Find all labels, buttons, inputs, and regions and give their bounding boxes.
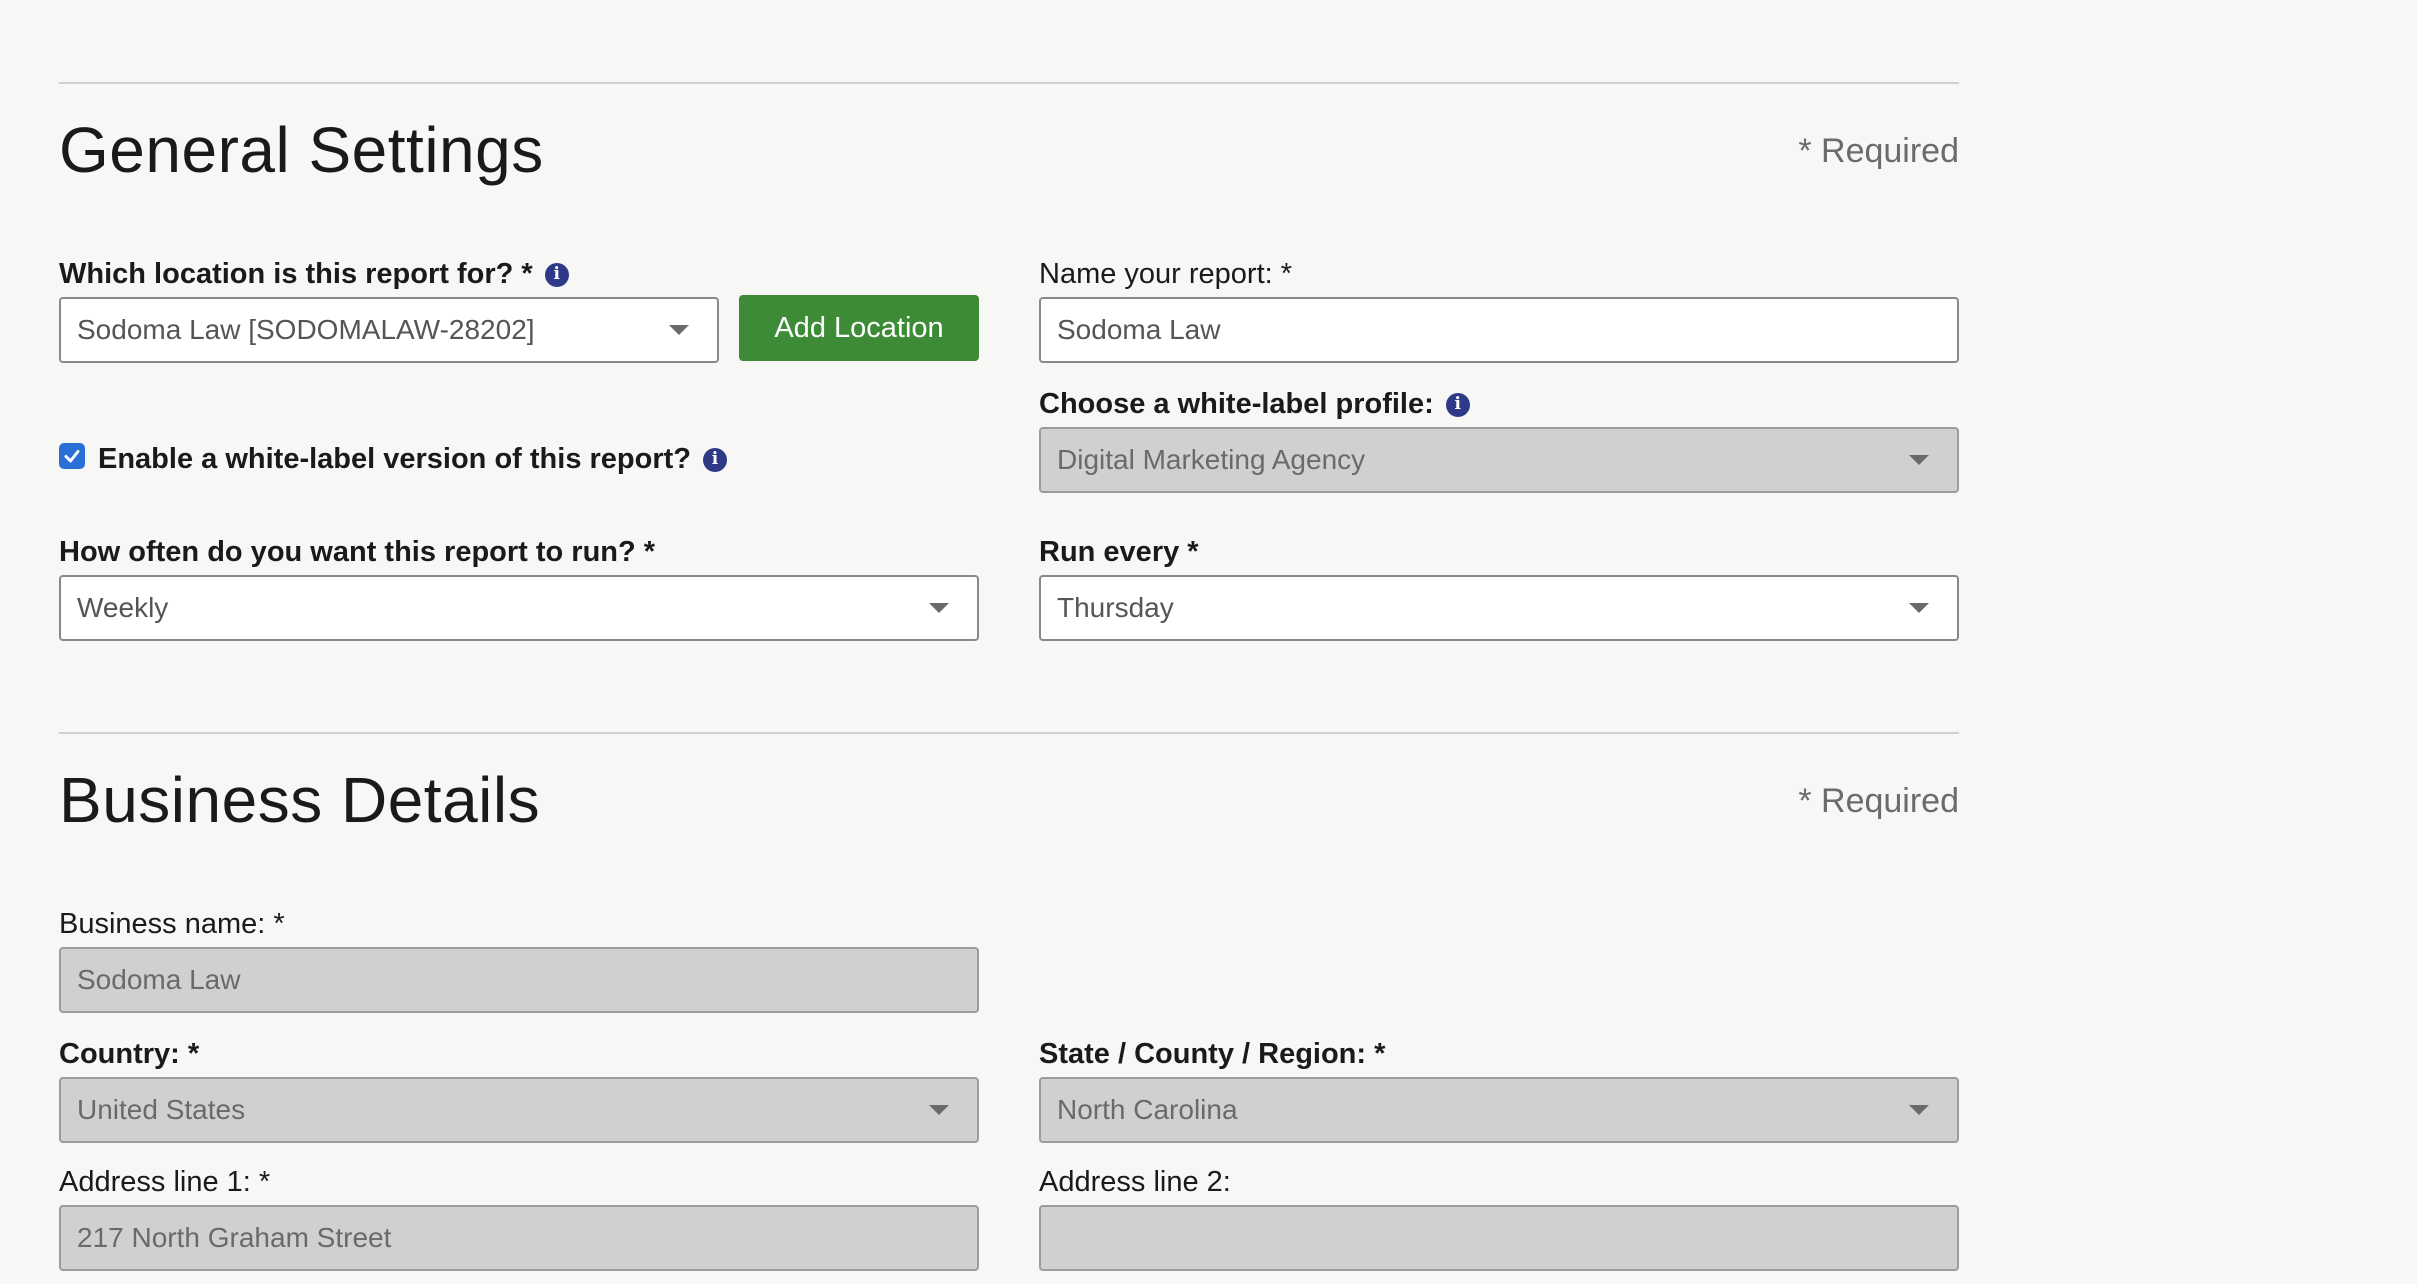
- frequency-select[interactable]: Weekly: [59, 575, 979, 641]
- country-label: Country: *: [59, 1038, 200, 1070]
- report-name-value: Sodoma Law: [1057, 314, 1221, 345]
- run-every-select[interactable]: Thursday: [1039, 575, 1959, 641]
- section-divider: [59, 82, 1959, 84]
- info-icon[interactable]: i: [1445, 392, 1470, 417]
- chevron-down-icon: [1909, 1105, 1929, 1115]
- chevron-down-icon: [929, 603, 949, 613]
- report-name-input[interactable]: Sodoma Law: [1039, 297, 1959, 363]
- white-label-checkbox[interactable]: [59, 443, 85, 469]
- chevron-down-icon: [1909, 603, 1929, 613]
- general-settings-title: General Settings: [59, 114, 544, 186]
- country-value: United States: [77, 1094, 246, 1125]
- report-name-label: Name your report: *: [1039, 258, 1293, 290]
- chevron-down-icon: [669, 325, 689, 335]
- business-name-label: Business name: *: [59, 908, 285, 940]
- address2-label: Address line 2:: [1039, 1166, 1231, 1198]
- white-label-profile-select[interactable]: Digital Marketing Agency: [1039, 427, 1959, 493]
- state-select[interactable]: North Carolina: [1039, 1077, 1959, 1143]
- info-icon[interactable]: i: [544, 262, 569, 287]
- general-required-note: * Required: [1798, 132, 1959, 170]
- chevron-down-icon: [929, 1105, 949, 1115]
- state-label: State / County / Region: *: [1039, 1038, 1386, 1070]
- location-label-text: Which location is this report for? *: [59, 258, 533, 290]
- chevron-down-icon: [1909, 455, 1929, 465]
- country-select[interactable]: United States: [59, 1077, 979, 1143]
- white-label-profile-label: Choose a white-label profile: i: [1039, 390, 1470, 419]
- white-label-profile-value: Digital Marketing Agency: [1057, 444, 1366, 475]
- add-location-button[interactable]: Add Location: [739, 295, 979, 361]
- business-details-title: Business Details: [59, 764, 541, 836]
- address1-input[interactable]: 217 North Graham Street: [59, 1205, 979, 1271]
- business-required-note: * Required: [1798, 782, 1959, 820]
- state-value: North Carolina: [1057, 1094, 1238, 1125]
- location-select-value: Sodoma Law [SODOMALAW-28202]: [77, 314, 535, 345]
- white-label-toggle-text: Enable a white-label version of this rep…: [98, 443, 691, 475]
- section-divider: [59, 732, 1959, 734]
- business-name-value: Sodoma Law: [77, 964, 241, 995]
- address1-value: 217 North Graham Street: [77, 1222, 392, 1253]
- business-name-input[interactable]: Sodoma Law: [59, 947, 979, 1013]
- address2-input[interactable]: [1039, 1205, 1959, 1271]
- frequency-value: Weekly: [77, 592, 169, 623]
- check-icon: [64, 450, 80, 463]
- location-label: Which location is this report for? * i: [59, 260, 569, 289]
- location-select[interactable]: Sodoma Law [SODOMALAW-28202]: [59, 297, 719, 363]
- info-icon[interactable]: i: [703, 447, 727, 472]
- run-every-label: Run every *: [1039, 536, 1199, 568]
- white-label-toggle-label: Enable a white-label version of this rep…: [98, 445, 727, 474]
- address1-label: Address line 1: *: [59, 1166, 271, 1198]
- white-label-profile-label-text: Choose a white-label profile:: [1039, 388, 1434, 420]
- report-settings-page: General Settings * Required Which locati…: [0, 0, 2417, 1284]
- run-every-value: Thursday: [1057, 592, 1174, 623]
- frequency-label: How often do you want this report to run…: [59, 536, 656, 568]
